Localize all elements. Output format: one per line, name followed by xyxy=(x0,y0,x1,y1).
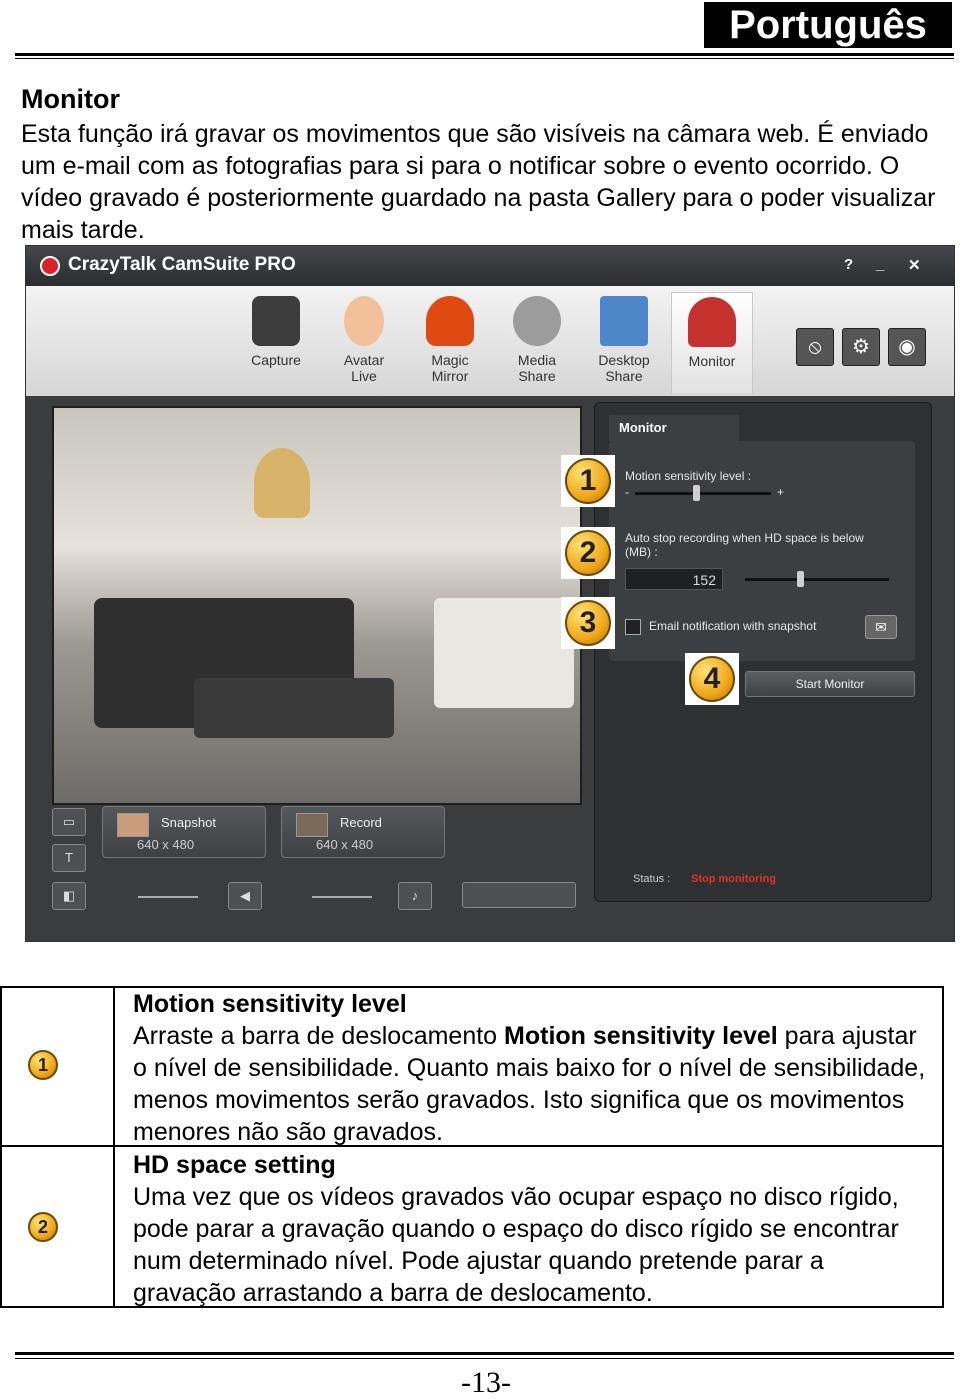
film-reel-icon xyxy=(513,296,561,346)
snapshot-thumbnail-icon xyxy=(117,813,149,837)
callout-1-icon: 1 xyxy=(565,458,611,504)
white-sofa-shape xyxy=(434,598,574,708)
camera-icon xyxy=(252,296,300,346)
email-notification-checkbox[interactable] xyxy=(625,619,641,635)
callout-4-icon: 4 xyxy=(689,656,735,702)
email-notification-label: Email notification with snapshot xyxy=(649,619,817,633)
monitor-panel: Monitor Motion sensitivity level : - + A… xyxy=(561,402,932,902)
callout-2-icon: 2 xyxy=(565,530,611,576)
section-title: Monitor xyxy=(21,84,120,114)
callout-1: 1 xyxy=(561,455,615,507)
table-row-2-text: HD space setting Uma vez que os vídeos g… xyxy=(133,1149,933,1309)
callout-4: 4 xyxy=(685,653,739,705)
footer-rule-thin xyxy=(15,1358,954,1359)
language-badge: Português xyxy=(704,2,952,48)
video-preview xyxy=(52,406,582,805)
tool-capture[interactable]: Capture xyxy=(236,292,316,392)
snapshot-size: 640 x 480 xyxy=(137,837,195,852)
app-logo-icon xyxy=(40,256,60,276)
callout-3: 3 xyxy=(561,597,615,649)
speaker-icon[interactable]: ◀ xyxy=(228,882,262,910)
status-value: Stop monitoring xyxy=(691,873,776,885)
callout-2: 2 xyxy=(561,527,615,579)
record-label: Record xyxy=(340,815,382,830)
app-title: CrazyTalk CamSuite PRO xyxy=(68,254,296,275)
sensitivity-label: Motion sensitivity level : xyxy=(625,469,752,483)
footer-rule xyxy=(15,1352,954,1355)
security-camera-icon xyxy=(688,297,736,347)
auto-stop-label: Auto stop recording when HD space is bel… xyxy=(625,531,864,559)
tool-label: Capture xyxy=(251,352,301,368)
sensitivity-plus: + xyxy=(777,485,785,499)
table-row-1-text-pre: Arraste a barra de deslocamento xyxy=(133,1022,505,1050)
tool-label: Magic Mirror xyxy=(431,352,469,384)
table-row-2-icon: 2 xyxy=(28,1212,58,1242)
baby-face-icon xyxy=(344,296,384,346)
callout-3-icon: 3 xyxy=(565,600,611,646)
tool-label: Avatar Live xyxy=(343,352,385,384)
mic-settings-icon[interactable]: ♪ xyxy=(398,882,432,910)
video-source-icon[interactable]: ▭ xyxy=(52,808,86,836)
tool-media-share[interactable]: Media Share xyxy=(497,292,577,392)
app-screenshot: CrazyTalk CamSuite PRO ? _ ✕ Capture Ava… xyxy=(25,245,955,942)
tool-desktop-share[interactable]: Desktop Share xyxy=(584,292,664,392)
snapshot-button[interactable]: Snapshot 640 x 480 xyxy=(102,806,266,858)
app-toolbar: Capture Avatar Live Magic Mirror Media S… xyxy=(26,286,954,396)
tool-magic-mirror[interactable]: Magic Mirror xyxy=(410,292,490,392)
sensitivity-slider[interactable] xyxy=(635,492,771,495)
main-area: Monitor Motion sensitivity level : - + A… xyxy=(26,396,954,941)
app-titlebar: CrazyTalk CamSuite PRO ? _ ✕ xyxy=(26,246,954,286)
table-row-1-text: Motion sensitivity level Arraste a barra… xyxy=(133,988,933,1148)
intro-paragraph: Esta função irá gravar os movimentos que… xyxy=(21,120,936,244)
webcam-settings-icon[interactable]: ◉ xyxy=(888,328,926,366)
table-row-2-heading: HD space setting xyxy=(133,1151,336,1179)
header-rule-thin xyxy=(15,58,954,59)
header-rule xyxy=(15,53,954,56)
monitor-tab[interactable]: Monitor xyxy=(609,415,739,441)
tool-monitor[interactable]: Monitor xyxy=(671,292,753,393)
tool-label: Media Share xyxy=(517,352,557,384)
table-row-1-heading: Motion sensitivity level xyxy=(133,990,407,1018)
hd-space-slider[interactable] xyxy=(745,578,889,581)
tool-label: Desktop Share xyxy=(598,352,650,384)
speaker-volume-slider[interactable] xyxy=(138,896,198,898)
chandelier-shape xyxy=(254,448,310,518)
snapshot-label: Snapshot xyxy=(161,815,216,830)
tool-label: Monitor xyxy=(688,353,736,369)
start-monitor-button[interactable]: Start Monitor xyxy=(745,671,915,697)
record-thumbnail-icon xyxy=(296,813,328,837)
table-row-1-text-bold: Motion sensitivity level xyxy=(504,1022,778,1050)
table-row-1-body: Arraste a barra de deslocamento Motion s… xyxy=(133,1020,933,1148)
record-size: 640 x 480 xyxy=(316,837,374,852)
playback-bar[interactable] xyxy=(462,882,576,908)
table-row-2-body: Uma vez que os vídeos gravados vão ocupa… xyxy=(133,1183,899,1307)
help-button[interactable]: ? xyxy=(844,256,853,273)
hd-space-field[interactable]: 152 xyxy=(625,568,723,590)
table-row-1-icon: 1 xyxy=(28,1050,58,1080)
close-button[interactable]: ✕ xyxy=(908,256,921,274)
gear-icon[interactable]: ⚙ xyxy=(842,328,880,366)
minimize-button[interactable]: _ xyxy=(876,256,884,273)
table-column-divider xyxy=(113,986,115,1308)
effects-icon[interactable]: ◧ xyxy=(52,882,86,910)
tool-avatar-live[interactable]: Avatar Live xyxy=(324,292,404,392)
mask-icon xyxy=(426,296,474,346)
sensitivity-slider-handle[interactable] xyxy=(693,485,701,501)
desktop-icon xyxy=(600,296,648,346)
record-button[interactable]: Record 640 x 480 xyxy=(281,806,445,858)
sensitivity-minus: - xyxy=(625,485,629,499)
text-overlay-icon[interactable]: T xyxy=(52,844,86,872)
mic-volume-slider[interactable] xyxy=(312,896,372,898)
webcam-off-icon[interactable]: ⦸ xyxy=(796,328,834,366)
email-settings-icon[interactable]: ✉ xyxy=(865,615,897,639)
ottoman-shape xyxy=(194,678,394,738)
status-label: Status : xyxy=(633,873,671,885)
hd-space-slider-handle[interactable] xyxy=(797,571,804,587)
capture-controls: ▭ T ◧ Snapshot 640 x 480 Record 640 x 48… xyxy=(48,806,588,936)
page-number: -13- xyxy=(461,1366,511,1399)
